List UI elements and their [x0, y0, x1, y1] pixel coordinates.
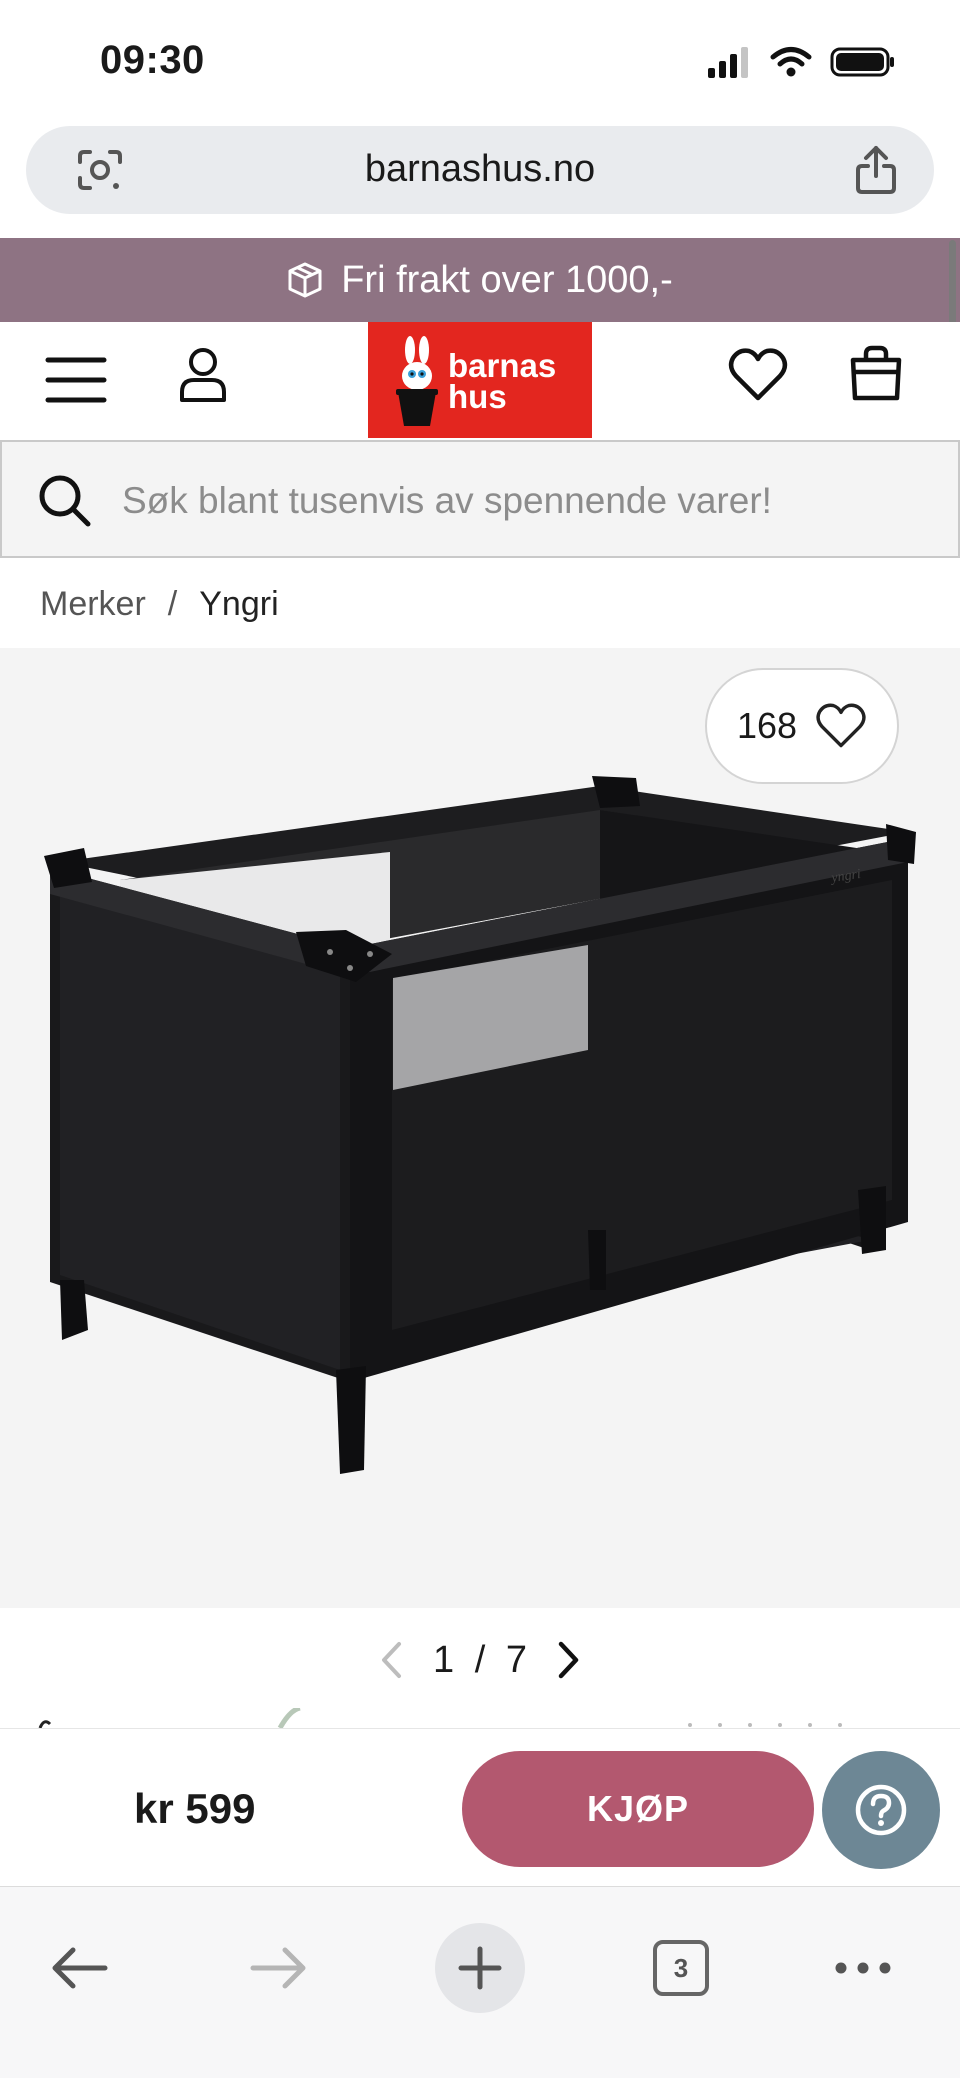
shopping-bag-icon[interactable] — [848, 344, 904, 402]
heart-icon[interactable] — [728, 348, 788, 402]
next-image-button[interactable] — [557, 1640, 581, 1680]
wifi-icon — [770, 47, 812, 77]
new-tab-button[interactable] — [435, 1923, 525, 2013]
logo-text: barnas hus — [448, 347, 557, 415]
tabs-icon: 3 — [653, 1940, 709, 1996]
tabs-button[interactable]: 3 — [636, 1923, 726, 2013]
search-input[interactable]: Søk blant tusenvis av spennende varer! — [122, 480, 772, 522]
rabbit-logo-icon — [396, 336, 438, 426]
user-icon[interactable] — [178, 346, 228, 404]
pager-current: 1 — [433, 1638, 455, 1681]
address-bar[interactable]: barnashus.no — [26, 126, 934, 214]
breadcrumb-item-current: Yngri — [199, 585, 279, 623]
product-image-travel-cot: yngri — [44, 776, 916, 1474]
status-time: 09:30 — [100, 38, 205, 82]
image-pager: 1 / 7 — [0, 1630, 960, 1690]
heart-icon — [816, 703, 866, 748]
brand-logo[interactable]: barnas hus — [368, 322, 592, 438]
tab-count: 3 — [673, 1952, 689, 1983]
decorative-leaf-icon — [38, 1708, 842, 1728]
plus-icon — [458, 1946, 502, 1990]
breadcrumb: Merker / Yngri — [40, 585, 279, 624]
prev-image-button[interactable] — [379, 1640, 403, 1680]
pager-total: 7 — [505, 1638, 527, 1681]
product-price: kr 599 — [134, 1785, 256, 1832]
breadcrumb-separator: / — [167, 585, 178, 623]
browser-toolbar: 3 — [0, 1886, 960, 2078]
package-icon — [288, 262, 322, 298]
question-icon — [855, 1784, 907, 1836]
logo-line-1: barnas — [448, 347, 557, 384]
search-bar[interactable]: Søk blant tusenvis av spennende varer! — [0, 440, 960, 558]
more-button[interactable] — [818, 1923, 908, 2013]
sticky-buy-bar: kr 599 KJØP — [0, 1728, 960, 1886]
buy-button[interactable]: KJØP — [462, 1751, 814, 1867]
promo-text: Fri frakt over 1000,- — [341, 258, 673, 301]
share-icon[interactable] — [854, 144, 898, 196]
help-chat-button[interactable] — [822, 1751, 940, 1869]
menu-icon[interactable] — [44, 352, 108, 408]
site-header: barnas hus — [0, 322, 960, 440]
status-icons — [706, 46, 896, 78]
likes-count: 168 — [736, 705, 798, 746]
chevron-left-icon — [382, 1642, 402, 1678]
chevron-right-icon — [558, 1641, 579, 1679]
forward-arrow-icon — [250, 1947, 306, 1989]
logo-line-2: hus — [448, 378, 507, 415]
free-shipping-banner: Fri frakt over 1000,- — [0, 238, 960, 322]
pager-separator: / — [474, 1638, 486, 1681]
search-icon[interactable] — [36, 472, 92, 528]
back-arrow-icon — [52, 1947, 108, 1989]
pager-count: 1 / 7 — [433, 1639, 527, 1682]
wishlist-button[interactable]: 168 — [705, 668, 899, 784]
battery-icon — [830, 47, 894, 77]
url-text[interactable]: barnashus.no — [26, 148, 934, 191]
breadcrumb-item-merker[interactable]: Merker — [40, 585, 146, 624]
status-bar: 09:30 — [0, 0, 960, 120]
more-icon — [835, 1962, 891, 1974]
content-peek — [0, 1708, 960, 1728]
forward-button[interactable] — [234, 1923, 324, 2013]
signal-icon — [708, 47, 748, 78]
back-button[interactable] — [34, 1923, 124, 2013]
